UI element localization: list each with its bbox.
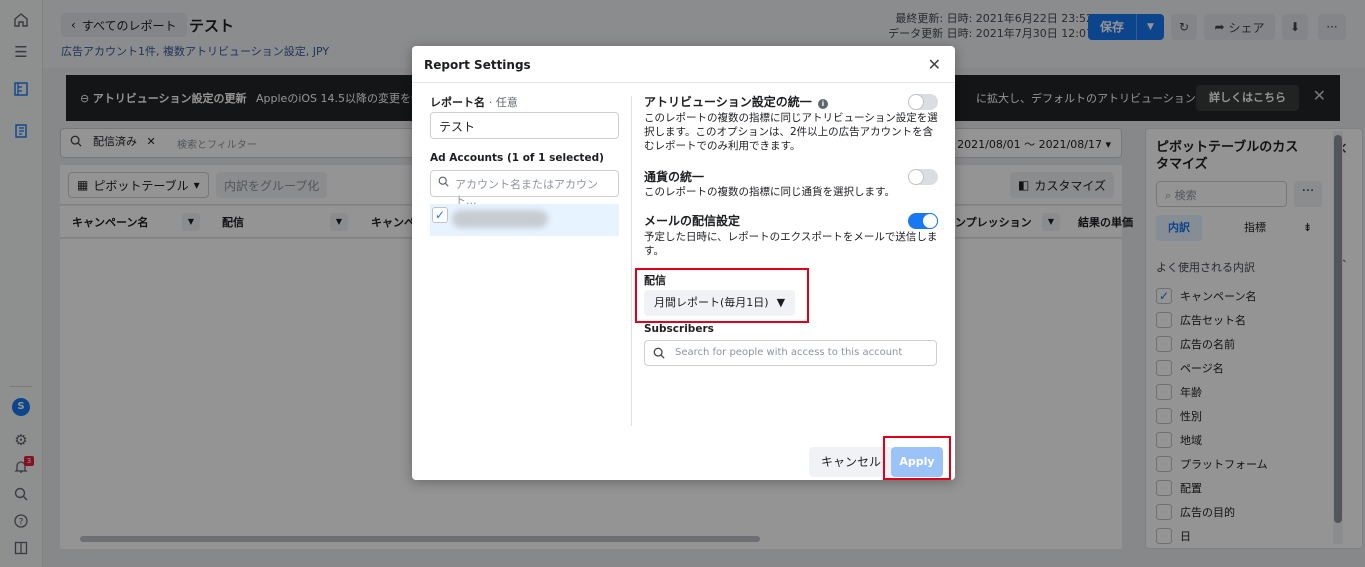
attribution-toggle[interactable] bbox=[908, 94, 938, 110]
search-icon bbox=[653, 341, 665, 367]
attribution-setting-title: アトリビューション設定の統一 i bbox=[644, 93, 828, 110]
attribution-description: このレポートの複数の指標に同じアトリビューション設定を選択します。このオプション… bbox=[644, 112, 938, 152]
toggle-knob bbox=[908, 94, 924, 110]
toggle-knob bbox=[922, 213, 938, 229]
info-icon[interactable]: i bbox=[817, 99, 828, 109]
checkbox-checked[interactable]: ✓ bbox=[432, 207, 448, 223]
toggle-knob bbox=[908, 169, 924, 185]
currency-description: このレポートの複数の指標に同じ通貨を選択します。 bbox=[644, 186, 895, 198]
report-name-input[interactable]: テスト bbox=[430, 112, 619, 139]
subscribers-placeholder: Search for people with access to this ac… bbox=[675, 347, 903, 358]
report-name-label-text: レポート名 bbox=[430, 96, 485, 109]
email-setting-title: メールの配信設定 bbox=[644, 214, 741, 228]
column-divider bbox=[631, 96, 632, 426]
email-toggle[interactable] bbox=[908, 213, 938, 229]
dialog-divider bbox=[412, 82, 955, 83]
subscribers-label: Subscribers bbox=[644, 323, 714, 335]
email-description: 予定した日時に、レポートのエクスポートをメールで送信します。 bbox=[644, 231, 938, 257]
account-row[interactable]: ✓ bbox=[430, 204, 619, 236]
attribution-title-text: アトリビューション設定の統一 bbox=[644, 95, 812, 109]
account-search-placeholder: アカウント名またはアカウント... bbox=[455, 178, 598, 207]
caret-down-icon: ▼ bbox=[776, 296, 786, 309]
currency-toggle[interactable] bbox=[908, 169, 938, 185]
report-name-label: レポート名 · 任意 bbox=[430, 94, 518, 110]
dialog-title: Report Settings bbox=[424, 58, 531, 72]
close-icon[interactable]: ✕ bbox=[928, 55, 941, 74]
blurred-account-name bbox=[452, 210, 548, 228]
cancel-button[interactable]: キャンセル bbox=[809, 447, 894, 477]
currency-setting-title: 通貨の統一 bbox=[644, 170, 705, 184]
report-settings-dialog: Report Settings ✕ レポート名 · 任意 テスト Ad Acco… bbox=[412, 46, 955, 480]
search-icon bbox=[438, 176, 449, 190]
schedule-value: 月間レポート(毎月1日) bbox=[654, 296, 769, 309]
apply-button[interactable]: Apply bbox=[891, 447, 943, 477]
subscribers-search-input[interactable]: Search for people with access to this ac… bbox=[644, 340, 937, 366]
optional-label: · 任意 bbox=[488, 96, 518, 109]
account-search-input[interactable]: アカウント名またはアカウント... bbox=[430, 170, 619, 207]
schedule-label: 配信 bbox=[644, 274, 666, 287]
schedule-dropdown[interactable]: 月間レポート(毎月1日) ▼ bbox=[644, 290, 796, 316]
ad-accounts-label: Ad Accounts (1 of 1 selected) bbox=[430, 152, 604, 164]
